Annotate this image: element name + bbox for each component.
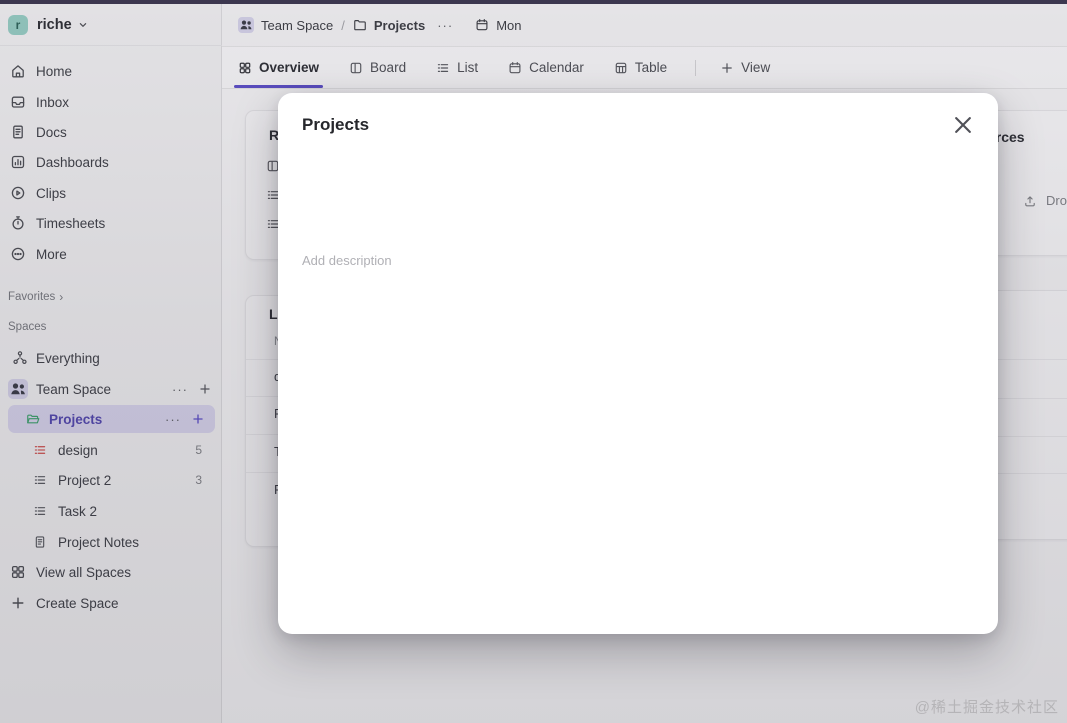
modal-title: Projects bbox=[302, 115, 370, 134]
app-window: r riche Home Inbox Docs Dashboards Clips… bbox=[0, 0, 1067, 723]
description-input[interactable]: Add description bbox=[302, 253, 392, 268]
watermark: @稀土掘金技术社区 bbox=[914, 699, 1059, 716]
close-icon[interactable] bbox=[950, 112, 976, 138]
projects-modal: Projects Add description bbox=[278, 93, 998, 634]
